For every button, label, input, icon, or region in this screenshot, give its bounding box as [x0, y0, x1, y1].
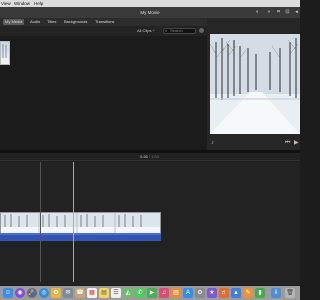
tab-audio[interactable]: Audio: [28, 19, 42, 25]
all-clips-filter[interactable]: All Clips ÷: [137, 28, 155, 34]
tab-titles[interactable]: Titles: [45, 19, 58, 25]
books-icon[interactable]: ▥: [171, 288, 181, 298]
media-tab-bar: My Media Audio Titles Backgrounds Transi…: [0, 18, 207, 26]
garageband-icon[interactable]: ♬: [219, 288, 229, 298]
color-correction-icon[interactable]: ◑: [266, 10, 271, 15]
media-clip-thumbnail[interactable]: [0, 41, 10, 65]
filmstrip-frames: [1, 213, 160, 234]
menu-help[interactable]: Help: [34, 0, 43, 7]
maps-icon[interactable]: ◭: [123, 288, 133, 298]
finder-icon[interactable]: ☺: [3, 288, 13, 298]
settings-icon[interactable]: [199, 28, 204, 33]
system-preferences-icon[interactable]: ⚙: [195, 288, 205, 298]
window-titlebar: My Movie ◐ ◑ ⌗ ⊡ ◂: [0, 7, 300, 18]
numbers-icon[interactable]: ▮: [255, 288, 265, 298]
tab-transitions[interactable]: Transitions: [93, 19, 116, 25]
menu-bar: View Window Help: [0, 0, 300, 7]
crop-icon[interactable]: ⌗: [276, 10, 281, 15]
playhead[interactable]: [73, 162, 74, 282]
facetime-icon[interactable]: ▶: [147, 288, 157, 298]
timecode: 0:26 / 1:00: [140, 154, 159, 159]
timeline-video-clip[interactable]: [0, 212, 161, 235]
calendar-icon[interactable]: ▦: [87, 288, 97, 298]
tab-my-media[interactable]: My Media: [3, 19, 25, 25]
imovie-icon[interactable]: ★: [207, 288, 217, 298]
tab-backgrounds[interactable]: Backgrounds: [62, 19, 89, 25]
safari-icon[interactable]: ◎: [39, 288, 49, 298]
keynote-icon[interactable]: ▲: [231, 288, 241, 298]
pages-icon[interactable]: ✎: [243, 288, 253, 298]
clip-thumbnail-image: [1, 44, 9, 64]
app-store-icon[interactable]: A: [183, 288, 193, 298]
siri-icon[interactable]: ◉: [15, 288, 25, 298]
search-placeholder: Search: [170, 28, 183, 33]
timeline-audio-track[interactable]: [0, 235, 161, 241]
media-browser: [0, 26, 207, 150]
search-icon: ⌕: [165, 28, 168, 33]
current-time: 0:26: [140, 154, 148, 159]
trash-icon[interactable]: 🗑: [285, 288, 295, 298]
microphone-icon[interactable]: ♪: [211, 140, 214, 146]
contacts-icon[interactable]: ☎: [75, 288, 85, 298]
music-icon[interactable]: ♫: [159, 288, 169, 298]
skimmer-line: [40, 162, 41, 282]
notes-icon[interactable]: ▤: [99, 288, 109, 298]
color-balance-icon[interactable]: ◐: [255, 10, 260, 15]
downloads-icon[interactable]: ⇩: [271, 288, 281, 298]
reminders-icon[interactable]: ☰: [111, 288, 121, 298]
messages-icon[interactable]: ✆: [135, 288, 145, 298]
play-icon[interactable]: ▶: [294, 140, 299, 146]
launchpad-icon[interactable]: 🚀: [27, 288, 37, 298]
timeline-ruler: [0, 160, 300, 161]
photos-icon[interactable]: ✿: [51, 288, 61, 298]
menu-window[interactable]: Window: [14, 0, 30, 7]
mail-icon[interactable]: ✉: [63, 288, 73, 298]
skip-back-icon[interactable]: ⏮: [285, 140, 290, 146]
video-preview: [210, 34, 300, 134]
menu-view[interactable]: View: [1, 0, 11, 7]
stabilization-icon[interactable]: ⊡: [285, 10, 290, 15]
search-input[interactable]: ⌕ Search: [163, 28, 196, 34]
volume-icon[interactable]: ◂: [294, 10, 299, 15]
total-time: / 1:00: [148, 154, 159, 159]
